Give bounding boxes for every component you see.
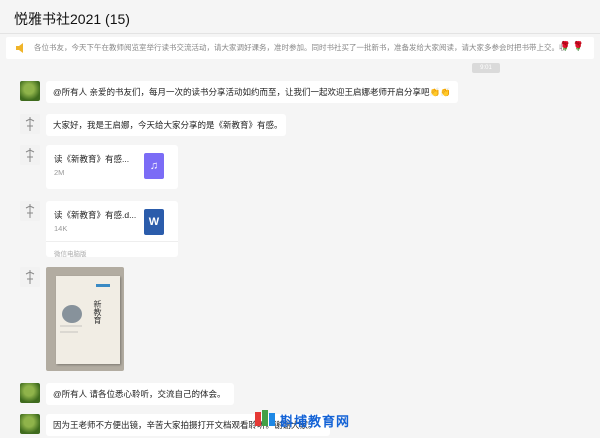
chat-title[interactable]: 悦雅书社2021 (15) [14,9,130,29]
sketch-avatar-icon [20,114,40,134]
sketch-avatar-icon [20,201,40,221]
watermark-text: 斟埔教育网 [280,414,351,429]
file-size: 14K [54,224,68,233]
book-cover-illustration [60,284,110,333]
group-notice-bar[interactable]: 各位书友，今天下午在教师阅览室举行读书交流活动，请大家调好课务，准时参加。同时书… [6,37,594,59]
word-file-icon: W [144,209,164,235]
message-bubble[interactable]: @所有人 请各位悉心聆听，交流自己的体会。 [46,383,234,405]
avatar[interactable] [20,114,40,134]
avatar[interactable] [20,383,40,403]
avatar[interactable] [20,267,40,287]
chat-header: 悦雅书社2021 (15) [0,0,600,34]
message-bubble[interactable]: @所有人 亲爱的书友们，每月一次的读书分享活动如约而至，让我们一起欢迎王启娜老师… [46,81,458,103]
avatar[interactable] [20,81,40,101]
time-divider: 9:01 [472,63,500,73]
speaker-icon [16,43,23,53]
file-name: 读《新教育》有感.d... [54,210,137,220]
message-bubble[interactable]: 大家好，我是王启娜，今天给大家分享的是《新教育》有感。 [46,114,286,136]
avatar[interactable] [20,414,40,434]
notice-text: 各位书友，今天下午在教师阅览室举行读书交流活动，请大家调好课务，准时参加。同时书… [34,43,564,52]
file-card-audio[interactable]: 读《新教育》有感... 2M ♫ [46,145,178,189]
image-message-book-photo[interactable]: 新教育 [46,267,124,371]
avatar[interactable] [20,201,40,221]
divider [46,241,178,242]
avatar[interactable] [20,145,40,165]
book-cover: 新教育 [56,276,120,364]
file-size: 2M [54,168,65,177]
file-source: 微信电脑版 [54,251,87,258]
book-logo-icon [255,410,275,426]
sketch-avatar-icon [20,267,40,287]
rose-emoji: 🌹🌹 [559,41,586,51]
book-cover-title: 新教育 [93,300,102,324]
audio-file-icon: ♫ [144,153,164,179]
sketch-avatar-icon [20,145,40,165]
file-name: 读《新教育》有感... [54,154,130,164]
file-card-word[interactable]: 读《新教育》有感.d... 14K W 微信电脑版 [46,201,178,258]
